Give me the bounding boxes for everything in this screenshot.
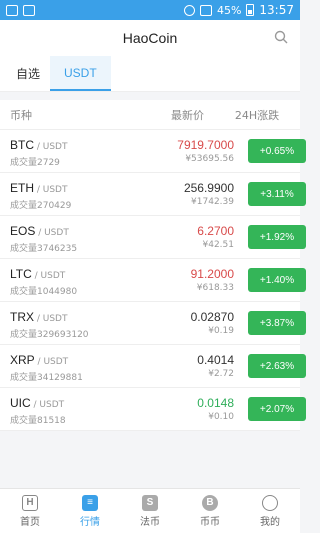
nav-fiat[interactable]: S 法币 xyxy=(120,489,180,533)
table-row[interactable]: EOS / USDT 成交量3746235 6.2700 ¥42.51 +1.9… xyxy=(0,216,306,259)
coin-symbol: LTC xyxy=(10,267,32,281)
volume: 成交量329693120 xyxy=(10,330,89,340)
market-icon: ≡ xyxy=(82,494,98,511)
quote-currency: / USDT xyxy=(34,357,69,367)
quote-currency: / USDT xyxy=(30,400,65,410)
quote-currency: / USDT xyxy=(34,142,68,152)
clock: 13:57 xyxy=(259,3,294,17)
table-row[interactable]: UIC / USDT 成交量81518 0.0148 ¥0.10 +2.07% xyxy=(0,388,306,431)
nav-market[interactable]: ≡ 行情 xyxy=(60,489,120,533)
quote-currency: / USDT xyxy=(34,314,68,324)
coin-symbol: EOS xyxy=(10,224,36,238)
nav-coin-trade[interactable]: B 币币 xyxy=(180,489,240,533)
home-icon: H xyxy=(22,494,38,511)
cny-price: ¥0.19 xyxy=(208,326,234,336)
market-list: BTC / USDT 成交量2729 7919.7000 ¥53695.56 +… xyxy=(0,130,306,431)
coin-symbol: BTC xyxy=(10,138,34,152)
table-row[interactable]: ETH / USDT 成交量270429 256.9900 ¥1742.39 +… xyxy=(0,173,306,216)
change-badge: +2.07% xyxy=(248,397,306,421)
fiat-icon: S xyxy=(142,494,158,511)
alarm-icon xyxy=(183,4,195,16)
column-change[interactable]: 24H涨跌 xyxy=(224,107,290,123)
coin-symbol: XRP xyxy=(10,353,35,367)
nav-home-label: 首页 xyxy=(20,516,40,528)
last-price: 7919.7000 xyxy=(177,138,234,152)
nav-profile-label: 我的 xyxy=(260,516,280,528)
change-badge: +3.87% xyxy=(248,311,306,335)
notification-icon xyxy=(6,4,18,16)
nav-fiat-label: 法币 xyxy=(140,516,160,528)
profile-icon xyxy=(262,494,278,511)
last-price: 256.9900 xyxy=(183,181,234,195)
cny-price: ¥618.33 xyxy=(196,283,234,293)
quote-currency: / USDT xyxy=(35,228,69,238)
volume: 成交量34129881 xyxy=(10,373,83,383)
nav-home[interactable]: H 首页 xyxy=(0,489,60,533)
quote-currency: / USDT xyxy=(31,271,66,281)
cny-price: ¥42.51 xyxy=(202,240,235,250)
change-badge: +0.65% xyxy=(248,139,306,163)
tab-favorites[interactable]: 自选 xyxy=(6,56,50,91)
table-header: 币种 最新价 24H涨跌 xyxy=(0,100,300,130)
volume: 成交量81518 xyxy=(10,416,66,426)
table-row[interactable]: LTC / USDT 成交量1044980 91.2000 ¥618.33 +1… xyxy=(0,259,306,302)
last-price: 91.2000 xyxy=(190,267,234,281)
search-icon[interactable] xyxy=(274,30,288,44)
market-tabs: 自选 USDT xyxy=(0,56,300,92)
table-row[interactable]: BTC / USDT 成交量2729 7919.7000 ¥53695.56 +… xyxy=(0,130,306,173)
cny-price: ¥1742.39 xyxy=(191,197,234,207)
table-row[interactable]: XRP / USDT 成交量34129881 0.4014 ¥2.72 +2.6… xyxy=(0,345,306,388)
nav-market-label: 行情 xyxy=(80,516,100,528)
tab-usdt[interactable]: USDT xyxy=(50,56,111,91)
nav-coin-trade-label: 币币 xyxy=(200,516,220,528)
bottom-nav: H 首页 ≡ 行情 S 法币 B 币币 我的 xyxy=(0,488,300,533)
cny-price: ¥2.72 xyxy=(208,369,234,379)
table-row[interactable]: TRX / USDT 成交量329693120 0.02870 ¥0.19 +3… xyxy=(0,302,306,345)
volume: 成交量270429 xyxy=(10,201,72,211)
coin-symbol: UIC xyxy=(10,396,31,410)
title-bar: HaoCoin xyxy=(0,20,300,56)
volume: 成交量2729 xyxy=(10,158,60,168)
coin-trade-icon: B xyxy=(202,494,218,511)
last-price: 6.2700 xyxy=(197,224,234,238)
last-price: 0.0148 xyxy=(197,396,234,410)
last-price: 0.02870 xyxy=(190,310,234,324)
volume: 成交量1044980 xyxy=(10,287,78,297)
volume: 成交量3746235 xyxy=(10,244,78,254)
change-badge: +2.63% xyxy=(248,354,306,378)
nav-profile[interactable]: 我的 xyxy=(240,489,300,533)
last-price: 0.4014 xyxy=(197,353,234,367)
column-name[interactable]: 币种 xyxy=(10,107,124,123)
battery-icon xyxy=(246,4,255,16)
coin-symbol: TRX xyxy=(10,310,34,324)
page-title: HaoCoin xyxy=(122,30,178,46)
image-notification-icon xyxy=(23,4,35,16)
cny-price: ¥53695.56 xyxy=(185,154,234,164)
battery-percent: 45% xyxy=(216,3,242,17)
column-price[interactable]: 最新价 xyxy=(124,107,204,123)
signal-icon xyxy=(199,4,212,16)
quote-currency: / USDT xyxy=(34,185,68,195)
coin-symbol: ETH xyxy=(10,181,34,195)
change-badge: +1.40% xyxy=(248,268,306,292)
change-badge: +1.92% xyxy=(248,225,306,249)
status-bar: 45% 13:57 xyxy=(0,0,300,20)
change-badge: +3.11% xyxy=(248,182,306,206)
cny-price: ¥0.10 xyxy=(208,412,234,422)
